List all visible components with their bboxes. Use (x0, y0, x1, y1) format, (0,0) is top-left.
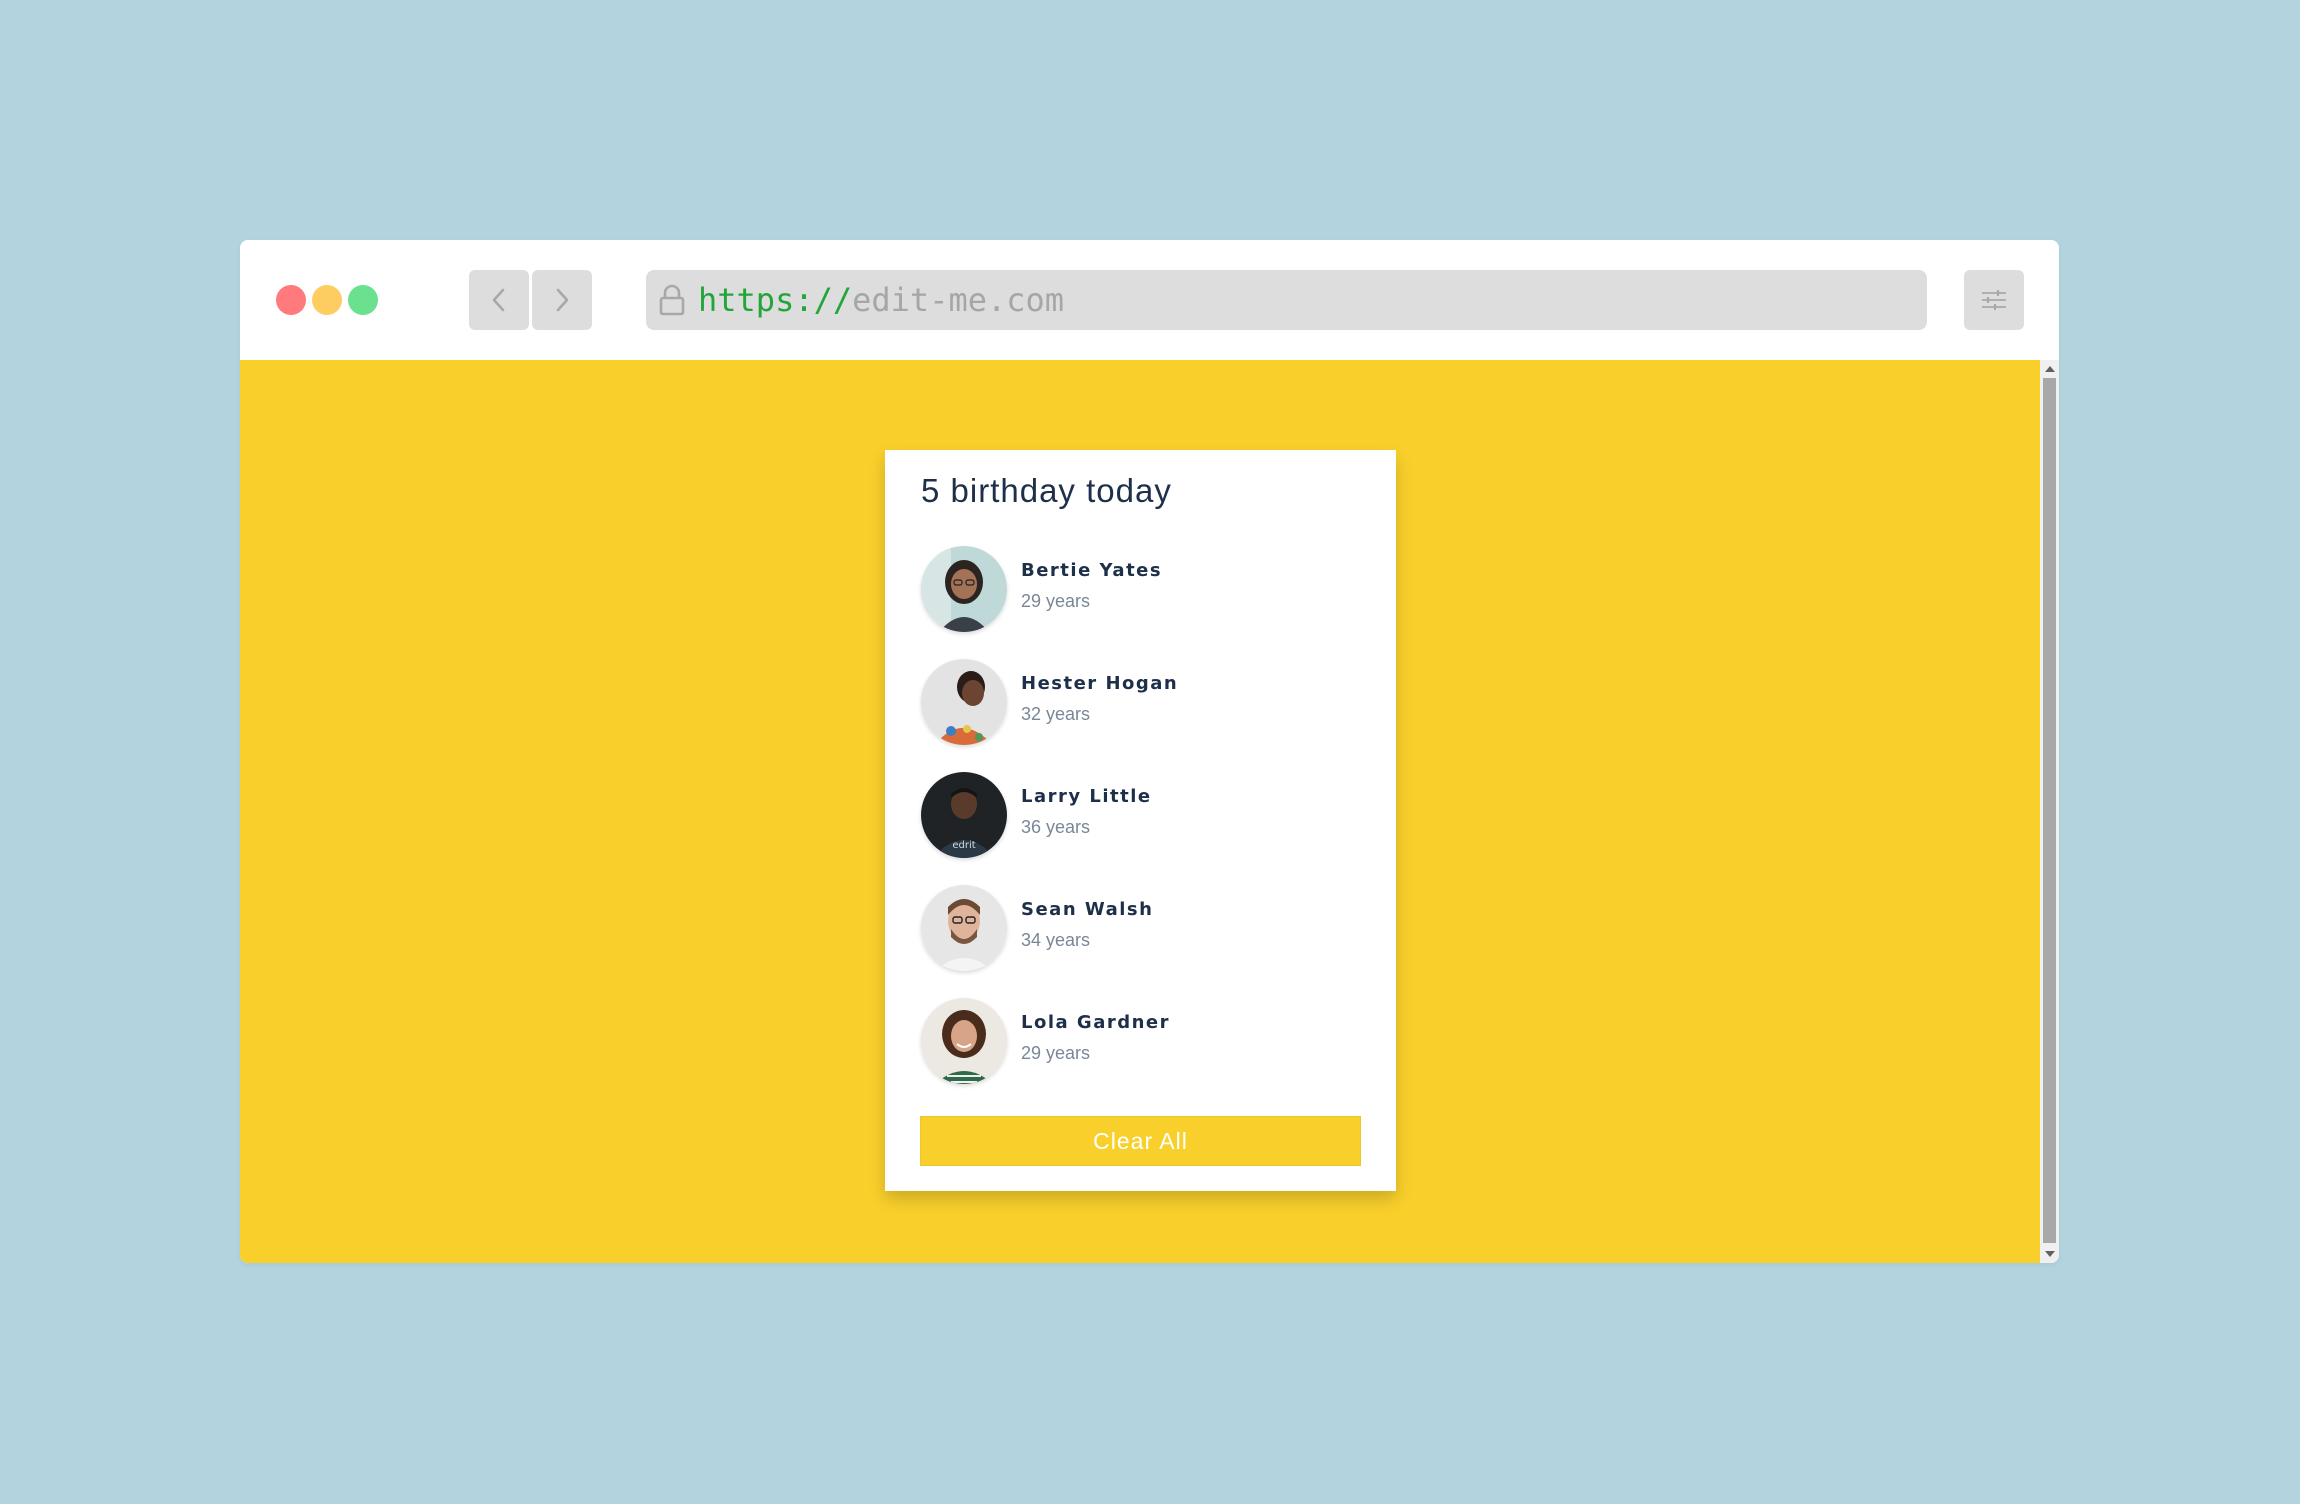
clear-all-button[interactable]: Clear All (920, 1116, 1361, 1166)
forward-button[interactable] (532, 270, 592, 330)
url-scheme: https:// (698, 281, 853, 319)
browser-toolbar: https://edit-me.com (240, 240, 2059, 360)
url-host: edit-me.com (852, 281, 1065, 319)
page-viewport: 5 birthday today Bertie Yates 29 years H… (240, 360, 2040, 1263)
person-name: Sean Walsh (1021, 899, 1154, 920)
avatar (921, 659, 1007, 745)
person-name: Larry Little (1021, 786, 1152, 807)
avatar (921, 998, 1007, 1084)
list-item: Lola Gardner 29 years (921, 998, 1361, 1084)
close-window-button[interactable] (276, 285, 306, 315)
maximize-window-button[interactable] (348, 285, 378, 315)
list-item: Hester Hogan 32 years (921, 659, 1361, 745)
scroll-down-arrow-icon[interactable] (2040, 1247, 2059, 1261)
chevron-left-icon (492, 288, 505, 312)
person-age: 34 years (1021, 930, 1091, 950)
person-name: Hester Hogan (1021, 673, 1179, 694)
person-age: 29 years (1021, 1043, 1091, 1063)
back-button[interactable] (469, 270, 529, 330)
list-item: Bertie Yates 29 years (921, 546, 1361, 632)
card-title: 5 birthday today (921, 472, 1172, 509)
list-item: Sean Walsh 34 years (921, 885, 1361, 971)
settings-button[interactable] (1964, 270, 2024, 330)
browser-window: https://edit-me.com 5 birthday today Ber… (240, 240, 2059, 1263)
person-age: 29 years (1021, 591, 1091, 611)
scroll-thumb[interactable] (2043, 378, 2056, 1243)
avatar (921, 885, 1007, 971)
scroll-up-arrow-icon[interactable] (2040, 362, 2059, 376)
vertical-scrollbar[interactable] (2040, 360, 2059, 1263)
svg-text:edrit: edrit (952, 840, 975, 851)
address-bar[interactable]: https://edit-me.com (646, 270, 1927, 330)
person-name: Lola Gardner (1021, 1012, 1171, 1033)
person-age: 32 years (1021, 704, 1091, 724)
birthday-card: 5 birthday today Bertie Yates 29 years H… (885, 450, 1396, 1191)
person-age: 36 years (1021, 817, 1091, 837)
avatar: edrit (921, 772, 1007, 858)
minimize-window-button[interactable] (312, 285, 342, 315)
sliders-icon (1982, 290, 2006, 310)
lock-icon (659, 284, 685, 316)
avatar (921, 546, 1007, 632)
url-text: https://edit-me.com (698, 270, 1064, 330)
chevron-right-icon (556, 288, 569, 312)
person-name: Bertie Yates (1021, 560, 1163, 581)
list-item: edrit Larry Little 36 years (921, 772, 1361, 858)
